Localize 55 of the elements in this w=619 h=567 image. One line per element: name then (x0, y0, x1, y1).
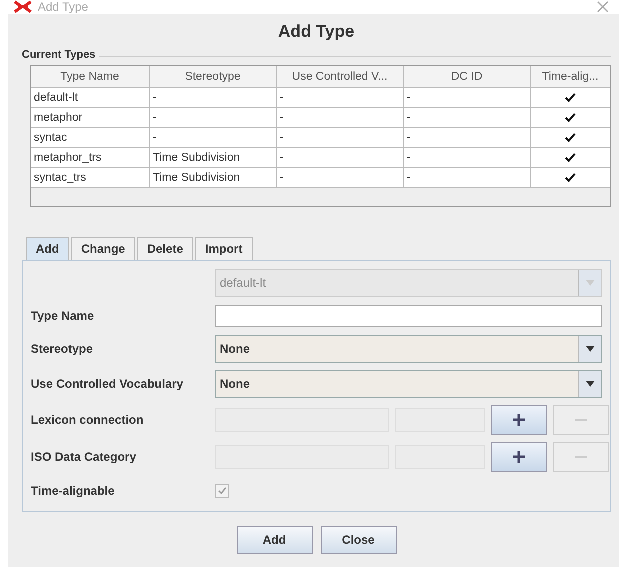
field-label: Stereotype (31, 342, 94, 356)
dropdown-arrow-icon (586, 280, 594, 286)
table-cell: - (277, 128, 404, 147)
table-cell: - (150, 108, 277, 127)
table-cell: - (404, 128, 531, 147)
table-cell: - (277, 148, 404, 167)
column-header[interactable]: Type Name (31, 66, 150, 87)
table-cell: default-lt (31, 88, 150, 107)
minus-icon (575, 418, 587, 422)
column-header[interactable]: Use Controlled V... (277, 66, 404, 87)
field-label: Type Name (31, 309, 96, 323)
column-header[interactable]: DC ID (404, 66, 531, 87)
field-label: Lexicon connection (31, 413, 145, 427)
table-cell: - (404, 108, 531, 127)
table-cell: - (404, 148, 531, 167)
table-cell: syntac (31, 128, 150, 147)
add-button[interactable] (491, 442, 547, 472)
field-label: ISO Data Category (31, 450, 138, 464)
app-logo-icon (14, 0, 32, 14)
window-title: Add Type (38, 0, 90, 14)
plus-icon (513, 414, 525, 426)
column-header[interactable]: Stereotype (150, 66, 277, 87)
table-cell: - (277, 168, 404, 187)
table-cell: - (277, 88, 404, 107)
group-title: Current Types (22, 49, 99, 61)
field-label: Use Controlled Vocabulary (31, 377, 184, 391)
add-button[interactable] (491, 405, 547, 435)
plus-icon (513, 451, 525, 463)
table-cell: - (404, 168, 531, 187)
vocabulary-dropdown[interactable]: None (215, 370, 602, 398)
table-cell: - (404, 88, 531, 107)
table-cell: Time Subdivision (150, 148, 277, 167)
table-cell: - (150, 128, 277, 147)
field-label: Time-alignable (31, 484, 116, 498)
dialog-heading: Add Type (277, 22, 356, 42)
column-header[interactable]: Time-alig... (531, 66, 610, 87)
table-cell: - (150, 88, 277, 107)
tab[interactable]: Change (71, 237, 136, 260)
table-cell: Time Subdivision (150, 168, 277, 187)
tab[interactable]: Add (26, 237, 70, 260)
checkmark-icon (218, 487, 226, 495)
table-cell: - (277, 108, 404, 127)
close-icon[interactable] (597, 1, 609, 13)
table-cell: syntac_trs (31, 168, 150, 187)
minus-icon (575, 456, 587, 458)
dialog-button[interactable]: Close (320, 526, 396, 554)
dropdown-arrow-icon (586, 346, 594, 352)
dialog-button[interactable]: Add (236, 526, 312, 554)
type-name-field[interactable] (215, 305, 602, 327)
dropdown-arrow-icon (586, 381, 594, 387)
table-cell: metaphor (31, 108, 150, 127)
stereotype-dropdown[interactable]: None (215, 335, 602, 363)
tab[interactable]: Import (195, 237, 253, 260)
table-cell: metaphor_trs (31, 148, 150, 167)
tab[interactable]: Delete (137, 237, 194, 260)
